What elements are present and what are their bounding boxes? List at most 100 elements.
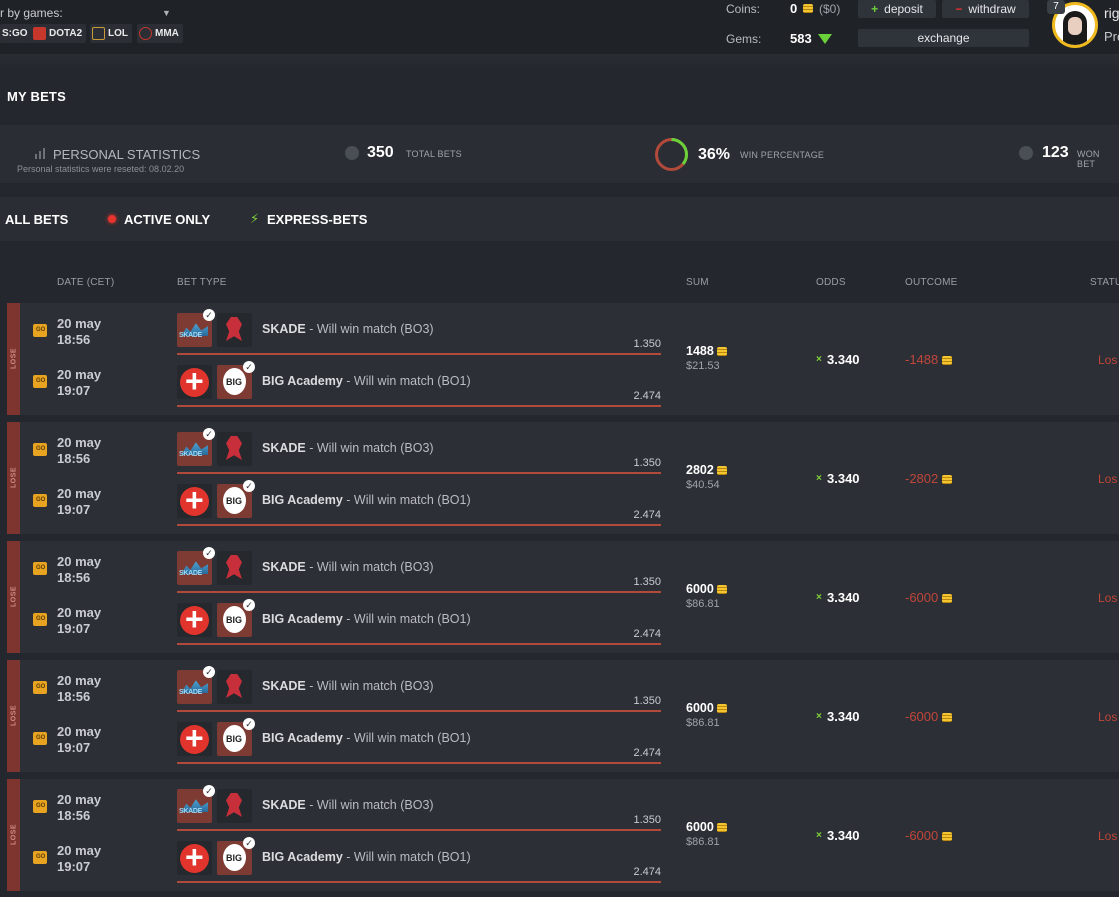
bet-leg-divider	[177, 762, 661, 764]
csgo-icon	[33, 562, 47, 575]
bet-team: BIG Academy	[262, 731, 343, 745]
bet-date: 20 may 18:56	[57, 792, 101, 824]
csgo-icon	[33, 800, 47, 813]
status-badge: Los	[1098, 472, 1118, 486]
page-title: MY BETS	[7, 89, 66, 104]
bet-outcome-value: -6000	[905, 828, 939, 843]
table-row[interactable]: LOSE 20 may18:56 20 may19:07 ✓ SKADE - W…	[7, 779, 1119, 891]
result-strip: LOSE	[7, 541, 20, 653]
bet-sum-usd: $21.53	[686, 360, 720, 372]
game-filter-lol[interactable]: LOL	[90, 24, 132, 43]
bet-leg-divider	[177, 591, 661, 593]
bet-leg-odd: 1.350	[633, 338, 661, 350]
deposit-label: deposit	[884, 2, 923, 16]
date-day: 20 may	[57, 367, 102, 382]
tab-express-bets[interactable]: EXPRESS-BETS	[267, 212, 367, 227]
bet-selection: BIG Academy - Will win match (BO1)	[262, 374, 471, 388]
username[interactable]: rig	[1104, 5, 1119, 21]
result-strip: LOSE	[7, 303, 20, 415]
team-logo-opponent	[177, 601, 212, 637]
total-bets-value: 350	[367, 144, 394, 161]
withdraw-button[interactable]: − withdraw	[942, 0, 1029, 18]
column-header-sum: SUM	[686, 277, 709, 288]
bet-leg-divider	[177, 829, 661, 831]
bet-selection: SKADE - Will win match (BO3)	[262, 441, 434, 455]
bet-team: SKADE	[262, 560, 306, 574]
gem-icon	[818, 34, 832, 44]
tab-all-bets[interactable]: ALL BETS	[5, 212, 68, 227]
bet-date: 20 may 19:07	[57, 843, 101, 875]
column-header-status: STATU	[1090, 277, 1119, 288]
bet-leg-divider	[177, 472, 661, 474]
column-header-date: DATE (CET)	[57, 277, 115, 288]
table-row[interactable]: LOSE 20 may18:56 20 may19:07 ✓ SKADE - W…	[7, 660, 1119, 772]
date-time: 18:56	[57, 689, 91, 704]
table-row[interactable]: LOSE 20 may18:56 20 may19:07 ✓ SKADE - W…	[7, 541, 1119, 653]
top-bar-divider	[0, 54, 1119, 68]
bet-leg-odd: 1.350	[633, 695, 661, 707]
bar-chart-icon	[35, 148, 45, 159]
exchange-button[interactable]: exchange	[858, 29, 1029, 47]
bet-market: - Will win match (BO3)	[305, 679, 434, 693]
won-bets-icon	[1019, 146, 1033, 160]
bet-leg-odd: 2.474	[633, 866, 661, 878]
csgo-icon	[33, 324, 47, 337]
bet-selection: BIG Academy - Will win match (BO1)	[262, 493, 471, 507]
status-badge: Los	[1098, 591, 1118, 605]
check-icon: ✓	[243, 361, 255, 373]
result-label: LOSE	[10, 823, 18, 846]
bet-sum: 6000	[686, 582, 728, 596]
date-day: 20 may	[57, 486, 102, 501]
bet-team: BIG Academy	[262, 493, 343, 507]
table-row[interactable]: LOSE 20 may18:56 20 may19:07 ✓ SKADE - W…	[7, 303, 1119, 415]
win-percentage-value: 36%	[698, 146, 731, 163]
total-bets-label: TOTAL BETS	[406, 149, 462, 159]
coin-icon	[717, 823, 728, 833]
game-filter-label[interactable]: r by games:	[0, 6, 63, 20]
bet-leg-odd: 1.350	[633, 457, 661, 469]
bet-team: SKADE	[262, 679, 306, 693]
multiply-icon: ×	[816, 711, 822, 722]
game-filter-csgo[interactable]: S:GO	[0, 24, 32, 43]
user-level-badge: 7	[1047, 0, 1065, 14]
game-filter-label: MMA	[155, 28, 179, 39]
column-header-bet-type: BET TYPE	[177, 277, 227, 288]
result-label: LOSE	[10, 704, 18, 727]
csgo-icon	[33, 681, 47, 694]
bet-date: 20 may 18:56	[57, 554, 101, 586]
bet-odds: 3.340	[827, 828, 860, 843]
team-logo-opponent	[217, 551, 252, 585]
bet-sum-usd: $40.54	[686, 479, 720, 491]
game-filter-mma[interactable]: MMA	[137, 24, 183, 43]
game-filter-label: S:GO	[2, 28, 28, 39]
bet-market: - Will win match (BO3)	[305, 798, 434, 812]
game-filter-dota2[interactable]: DOTA2	[31, 24, 87, 43]
bet-sum: 6000	[686, 820, 728, 834]
csgo-icon	[33, 443, 47, 456]
bet-team: BIG Academy	[262, 850, 343, 864]
bet-team: SKADE	[262, 798, 306, 812]
status-badge: Los	[1098, 710, 1118, 724]
table-row[interactable]: LOSE 20 may18:56 20 may19:07 ✓ SKADE - W…	[7, 422, 1119, 534]
bet-outcome-value: -6000	[905, 709, 939, 724]
deposit-button[interactable]: + deposit	[858, 0, 936, 18]
statistics-reset-note: Personal statistics were reseted: 08.02.…	[17, 164, 185, 174]
bet-date: 20 may 19:07	[57, 486, 101, 518]
dota2-icon	[33, 27, 46, 40]
check-icon: ✓	[243, 480, 255, 492]
team-logo-opponent	[217, 789, 252, 823]
tab-active-only[interactable]: ACTIVE ONLY	[124, 212, 210, 227]
coin-icon	[941, 713, 952, 723]
coins-label: Coins:	[726, 2, 761, 16]
date-time: 18:56	[57, 451, 91, 466]
chevron-down-icon[interactable]: ▼	[162, 8, 171, 18]
win-percentage-label: WIN PERCENTAGE	[740, 150, 825, 160]
check-icon: ✓	[243, 718, 255, 730]
bet-team: BIG Academy	[262, 374, 343, 388]
bet-sum-value: 6000	[686, 701, 714, 715]
bet-leg-divider	[177, 353, 661, 355]
date-time: 18:56	[57, 332, 91, 347]
team-logo-opponent	[217, 432, 252, 466]
bet-date: 20 may 18:56	[57, 316, 101, 348]
check-icon: ✓	[203, 309, 215, 321]
